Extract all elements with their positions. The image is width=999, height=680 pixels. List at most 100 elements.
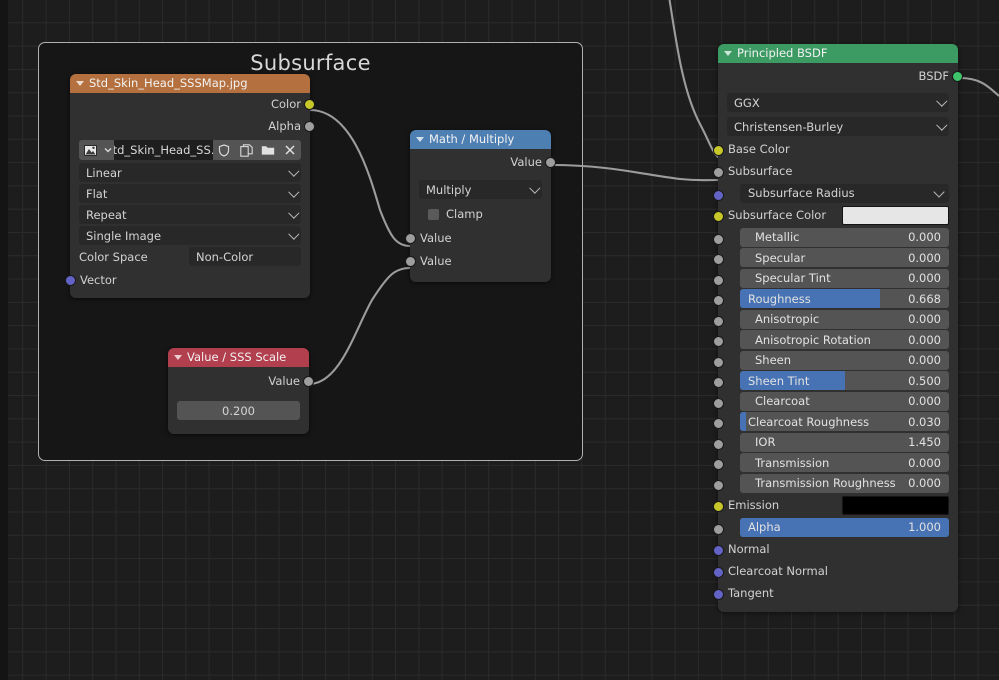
principled-row-ior[interactable]: IOR 1.450 bbox=[713, 432, 958, 452]
principled-row-tangent[interactable]: Tangent bbox=[713, 582, 958, 604]
socket-out-alpha[interactable] bbox=[304, 121, 315, 132]
input-vector[interactable]: Vector bbox=[65, 268, 310, 292]
close-icon[interactable] bbox=[279, 140, 301, 160]
socket-in-specular[interactable] bbox=[713, 254, 724, 265]
socket-in-transmission-roughness[interactable] bbox=[713, 479, 724, 491]
socket-in-clearcoat[interactable] bbox=[713, 397, 724, 409]
node-image-texture[interactable]: Std_Skin_Head_SSSMap.jpg Color Alpha Std… bbox=[65, 74, 315, 298]
slider-clearcoat-roughness[interactable]: Clearcoat Roughness 0.030 bbox=[740, 412, 949, 431]
principled-row-roughness[interactable]: Roughness 0.668 bbox=[713, 289, 958, 308]
socket-in-alpha[interactable] bbox=[713, 523, 724, 535]
socket-in-sheen[interactable] bbox=[713, 356, 724, 368]
swatch-row-emission[interactable]: Emission bbox=[718, 494, 958, 516]
output-value[interactable]: Value bbox=[410, 149, 556, 174]
dropdown-subsurface-method[interactable]: Christensen-Burley bbox=[727, 117, 949, 136]
principled-row-metallic[interactable]: Metallic 0.000 bbox=[713, 227, 958, 247]
socket-in-transmission[interactable] bbox=[713, 459, 724, 470]
image-picker-strip[interactable]: Std_Skin_Head_SS... bbox=[79, 140, 301, 160]
socket-in-subsurface[interactable] bbox=[713, 167, 724, 178]
dropdown-projection[interactable]: Flat bbox=[79, 184, 301, 203]
slider-anisotropic-rotation[interactable]: Anisotropic Rotation 0.000 bbox=[740, 330, 949, 349]
slider-clearcoat[interactable]: Clearcoat 0.000 bbox=[740, 391, 949, 411]
socket-in-anisotropic[interactable] bbox=[713, 315, 724, 327]
node-math-multiply[interactable]: Math / Multiply Value Multiply Clamp Val… bbox=[405, 130, 556, 282]
socket-in-ior[interactable] bbox=[713, 438, 724, 450]
image-browse-icon[interactable] bbox=[79, 140, 101, 160]
slider-transmission[interactable]: Transmission 0.000 bbox=[740, 453, 949, 472]
socket-in-base-color[interactable] bbox=[713, 145, 724, 156]
principled-row-alpha[interactable]: Alpha 1.000 bbox=[713, 517, 958, 537]
output-color[interactable]: Color bbox=[70, 93, 315, 115]
node-header-value[interactable]: Value / SSS Scale bbox=[168, 348, 309, 367]
principled-row-anisotropic-rotation[interactable]: Anisotropic Rotation 0.000 bbox=[713, 330, 958, 349]
socket-out-bsdf[interactable] bbox=[952, 71, 963, 82]
principled-row-subsurface-color[interactable]: Subsurface Color bbox=[713, 204, 958, 226]
socket-in-vector[interactable] bbox=[65, 275, 76, 286]
color-space-row[interactable]: Color Space Non-Color bbox=[79, 247, 301, 266]
principled-row-base-color[interactable]: Base Color bbox=[713, 138, 958, 160]
principled-row-specular-tint[interactable]: Specular Tint 0.000 bbox=[713, 268, 958, 288]
color-swatch-emission[interactable] bbox=[842, 495, 949, 515]
socket-in-specular-tint[interactable] bbox=[713, 274, 724, 286]
input-value-1[interactable]: Value bbox=[405, 226, 551, 250]
value-field[interactable]: 0.200 bbox=[177, 401, 300, 420]
dropdown-subsurface-radius[interactable]: Subsurface Radius bbox=[740, 183, 949, 203]
collapse-triangle-icon[interactable] bbox=[416, 137, 424, 142]
socket-in-subsurface-color[interactable] bbox=[713, 211, 724, 222]
output-bsdf[interactable]: BSDF bbox=[718, 63, 963, 89]
socket-in-subsurface-radius[interactable] bbox=[713, 189, 724, 201]
collapse-triangle-icon[interactable] bbox=[76, 81, 84, 86]
node-principled-bsdf[interactable]: Principled BSDF BSDF GGX Christensen-Bur… bbox=[713, 44, 963, 612]
principled-row-clearcoat-normal[interactable]: Clearcoat Normal bbox=[713, 560, 958, 582]
node-value-sss-scale[interactable]: Value / SSS Scale Value 0.200 bbox=[168, 348, 314, 434]
clamp-row[interactable]: Clamp bbox=[428, 205, 542, 223]
slider-specular-tint[interactable]: Specular Tint 0.000 bbox=[740, 268, 949, 288]
slider-specular[interactable]: Specular 0.000 bbox=[740, 248, 949, 267]
color-space-dropdown[interactable]: Non-Color bbox=[189, 247, 301, 266]
dropdown-distribution[interactable]: GGX bbox=[727, 93, 949, 112]
principled-row-subsurface[interactable]: Subsurface bbox=[713, 160, 958, 182]
principled-row-emission[interactable]: Emission bbox=[713, 494, 958, 516]
socket-in-sheen-tint[interactable] bbox=[713, 377, 724, 388]
dropdown-interpolation[interactable]: Linear bbox=[79, 163, 301, 182]
node-header-image-texture[interactable]: Std_Skin_Head_SSSMap.jpg bbox=[70, 74, 310, 93]
slider-sheen-tint[interactable]: Sheen Tint 0.500 bbox=[740, 371, 949, 390]
socket-in-normal[interactable] bbox=[713, 545, 724, 556]
node-header-principled[interactable]: Principled BSDF bbox=[718, 44, 958, 63]
principled-row-transmission-roughness[interactable]: Transmission Roughness 0.000 bbox=[713, 473, 958, 493]
input-value-2[interactable]: Value bbox=[405, 250, 551, 272]
socket-out-value[interactable] bbox=[545, 157, 556, 168]
principled-row-transmission[interactable]: Transmission 0.000 bbox=[713, 453, 958, 472]
image-picker-chevron-down-icon[interactable] bbox=[101, 140, 114, 160]
slider-roughness[interactable]: Roughness 0.668 bbox=[740, 289, 949, 308]
principled-row-normal[interactable]: Normal bbox=[713, 538, 958, 560]
dropdown-operation[interactable]: Multiply bbox=[419, 180, 542, 199]
color-swatch-subsurface-color[interactable] bbox=[842, 205, 949, 225]
socket-in-value-2[interactable] bbox=[405, 256, 416, 267]
principled-row-subsurface-radius[interactable]: Subsurface Radius bbox=[713, 183, 958, 203]
clamp-checkbox[interactable] bbox=[428, 208, 439, 220]
slider-ior[interactable]: IOR 1.450 bbox=[740, 432, 949, 452]
slider-anisotropic[interactable]: Anisotropic 0.000 bbox=[740, 309, 949, 329]
socket-in-metallic[interactable] bbox=[713, 233, 724, 245]
socket-out-value[interactable] bbox=[303, 376, 314, 387]
principled-row-specular[interactable]: Specular 0.000 bbox=[713, 248, 958, 267]
collapse-triangle-icon[interactable] bbox=[724, 51, 732, 56]
principled-row-anisotropic[interactable]: Anisotropic 0.000 bbox=[713, 309, 958, 329]
socket-in-tangent[interactable] bbox=[713, 589, 724, 600]
principled-row-clearcoat-roughness[interactable]: Clearcoat Roughness 0.030 bbox=[713, 412, 958, 431]
image-name-field[interactable]: Std_Skin_Head_SS... bbox=[114, 140, 213, 160]
socket-in-anisotropic-rotation[interactable] bbox=[713, 336, 724, 347]
slider-transmission-roughness[interactable]: Transmission Roughness 0.000 bbox=[740, 473, 949, 493]
shield-icon[interactable] bbox=[213, 140, 235, 160]
socket-in-clearcoat-normal[interactable] bbox=[713, 567, 724, 578]
socket-in-roughness[interactable] bbox=[713, 295, 724, 306]
dropdown-extension[interactable]: Repeat bbox=[79, 205, 301, 224]
socket-in-emission[interactable] bbox=[713, 501, 724, 512]
copy-icon[interactable] bbox=[235, 140, 257, 160]
node-header-math[interactable]: Math / Multiply bbox=[410, 130, 551, 149]
principled-row-sheen-tint[interactable]: Sheen Tint 0.500 bbox=[713, 371, 958, 390]
dropdown-source[interactable]: Single Image bbox=[79, 226, 301, 245]
swatch-row-subsurface-color[interactable]: Subsurface Color bbox=[718, 204, 958, 226]
slider-alpha[interactable]: Alpha 1.000 bbox=[740, 517, 949, 537]
